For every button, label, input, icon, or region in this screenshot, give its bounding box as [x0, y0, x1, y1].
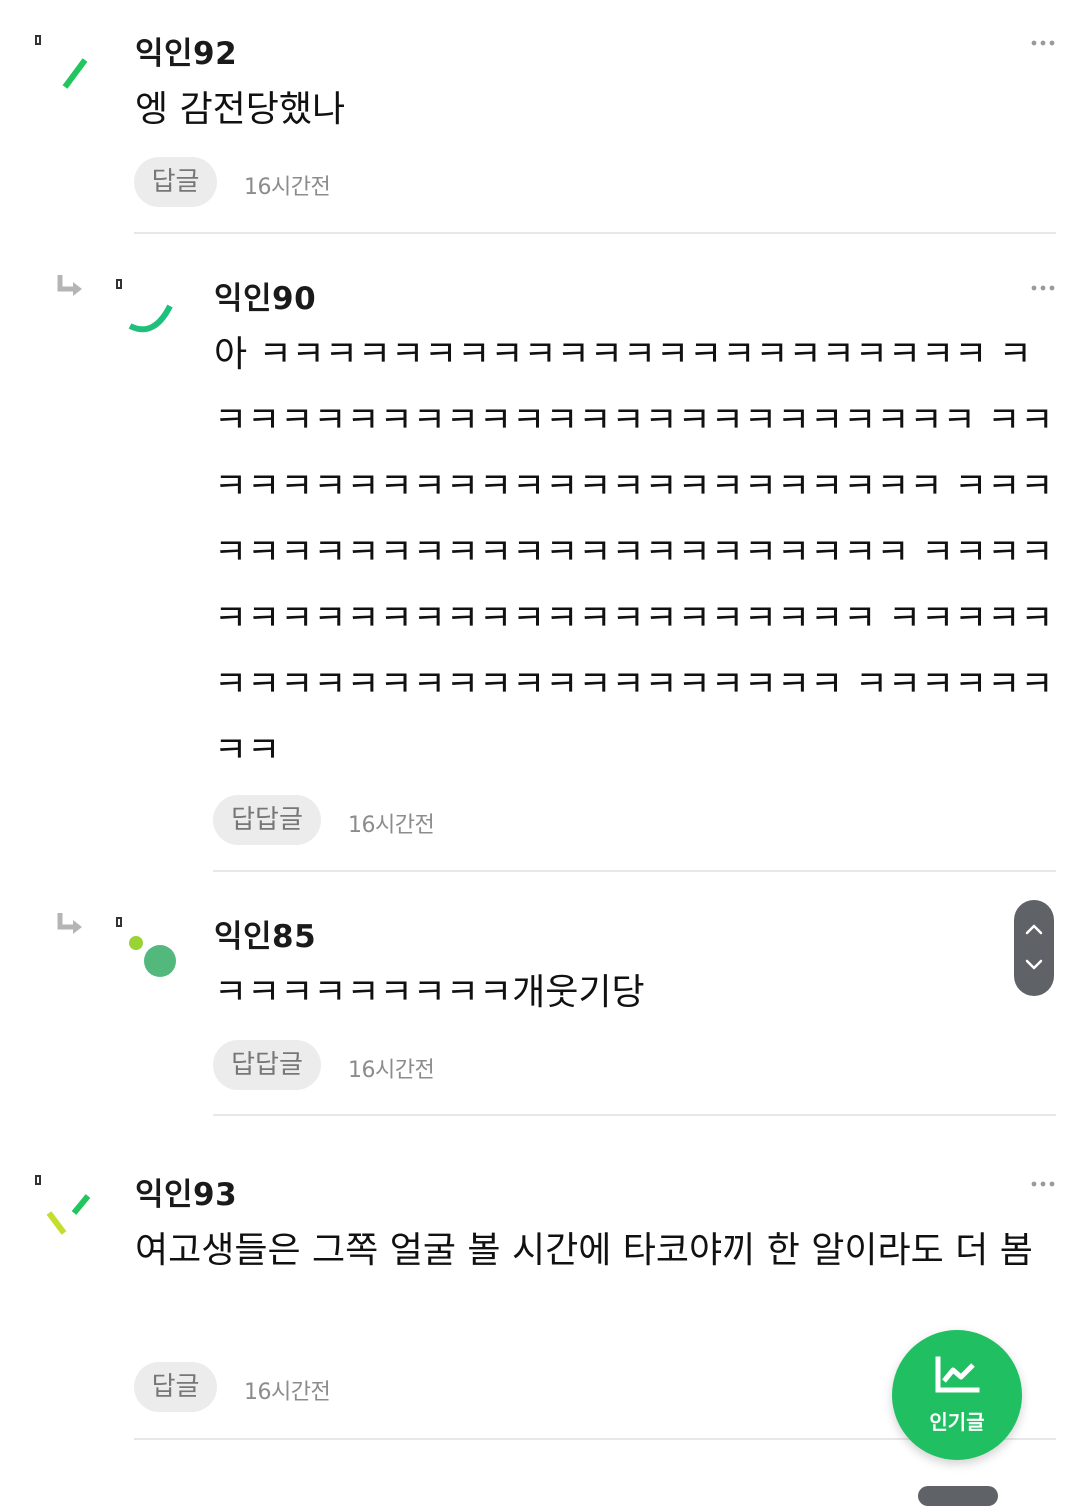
comment-timestamp: 16시간전 — [244, 1380, 331, 1405]
avatar[interactable] — [40, 1185, 100, 1245]
flag-icon[interactable] — [35, 35, 41, 45]
floating-button-peek[interactable] — [918, 1486, 998, 1506]
comment-text: ㅋㅋㅋㅋㅋㅋㅋㅋㅋ개웃기당 — [214, 972, 645, 1013]
popular-posts-button[interactable]: 인기글 — [892, 1330, 1022, 1460]
flag-icon[interactable] — [116, 279, 122, 289]
scroll-navigation — [1014, 900, 1054, 996]
avatar[interactable] — [45, 45, 105, 105]
comment-timestamp: 16시간전 — [348, 1058, 435, 1083]
more-options-icon[interactable] — [1031, 1180, 1055, 1188]
reply-arrow-icon — [57, 275, 82, 296]
divider — [213, 1114, 1056, 1116]
avatar[interactable] — [124, 928, 184, 988]
chevron-up-icon[interactable] — [1024, 922, 1044, 936]
avatar[interactable] — [124, 290, 184, 350]
reply-button[interactable]: 답답글 — [213, 1040, 321, 1090]
reply-button[interactable]: 답글 — [134, 1362, 217, 1412]
comment-author[interactable]: 익인85 — [214, 911, 316, 956]
flag-icon[interactable] — [35, 1175, 41, 1185]
more-options-icon[interactable] — [1031, 284, 1055, 292]
divider — [134, 232, 1056, 234]
comment-author[interactable]: 익인90 — [214, 273, 316, 318]
reply-button[interactable]: 답답글 — [213, 795, 321, 845]
comment-timestamp: 16시간전 — [244, 175, 331, 200]
comment-text: 여고생들은 그쪽 얼굴 볼 시간에 타코야끼 한 알이라도 더 봄 — [135, 1230, 1033, 1271]
more-options-icon[interactable] — [1031, 39, 1055, 47]
comment-author[interactable]: 익인92 — [135, 28, 237, 73]
comment-timestamp: 16시간전 — [348, 813, 435, 838]
comment-text: 아 ㅋㅋㅋㅋㅋㅋㅋㅋㅋㅋㅋㅋㅋㅋㅋㅋㅋㅋㅋㅋㅋㅋ ㅋㅋㅋㅋㅋㅋㅋㅋㅋㅋㅋㅋㅋㅋㅋ… — [214, 334, 1054, 771]
chevron-down-icon[interactable] — [1024, 958, 1044, 972]
reply-arrow-icon — [57, 913, 82, 934]
comment-author[interactable]: 익인93 — [135, 1169, 237, 1214]
trending-chart-icon — [935, 1356, 980, 1393]
divider — [213, 870, 1056, 872]
comment-text: 엥 감전당했나 — [135, 89, 346, 130]
reply-button[interactable]: 답글 — [134, 157, 217, 207]
fab-label: 인기글 — [929, 1410, 985, 1434]
flag-icon[interactable] — [116, 917, 122, 927]
